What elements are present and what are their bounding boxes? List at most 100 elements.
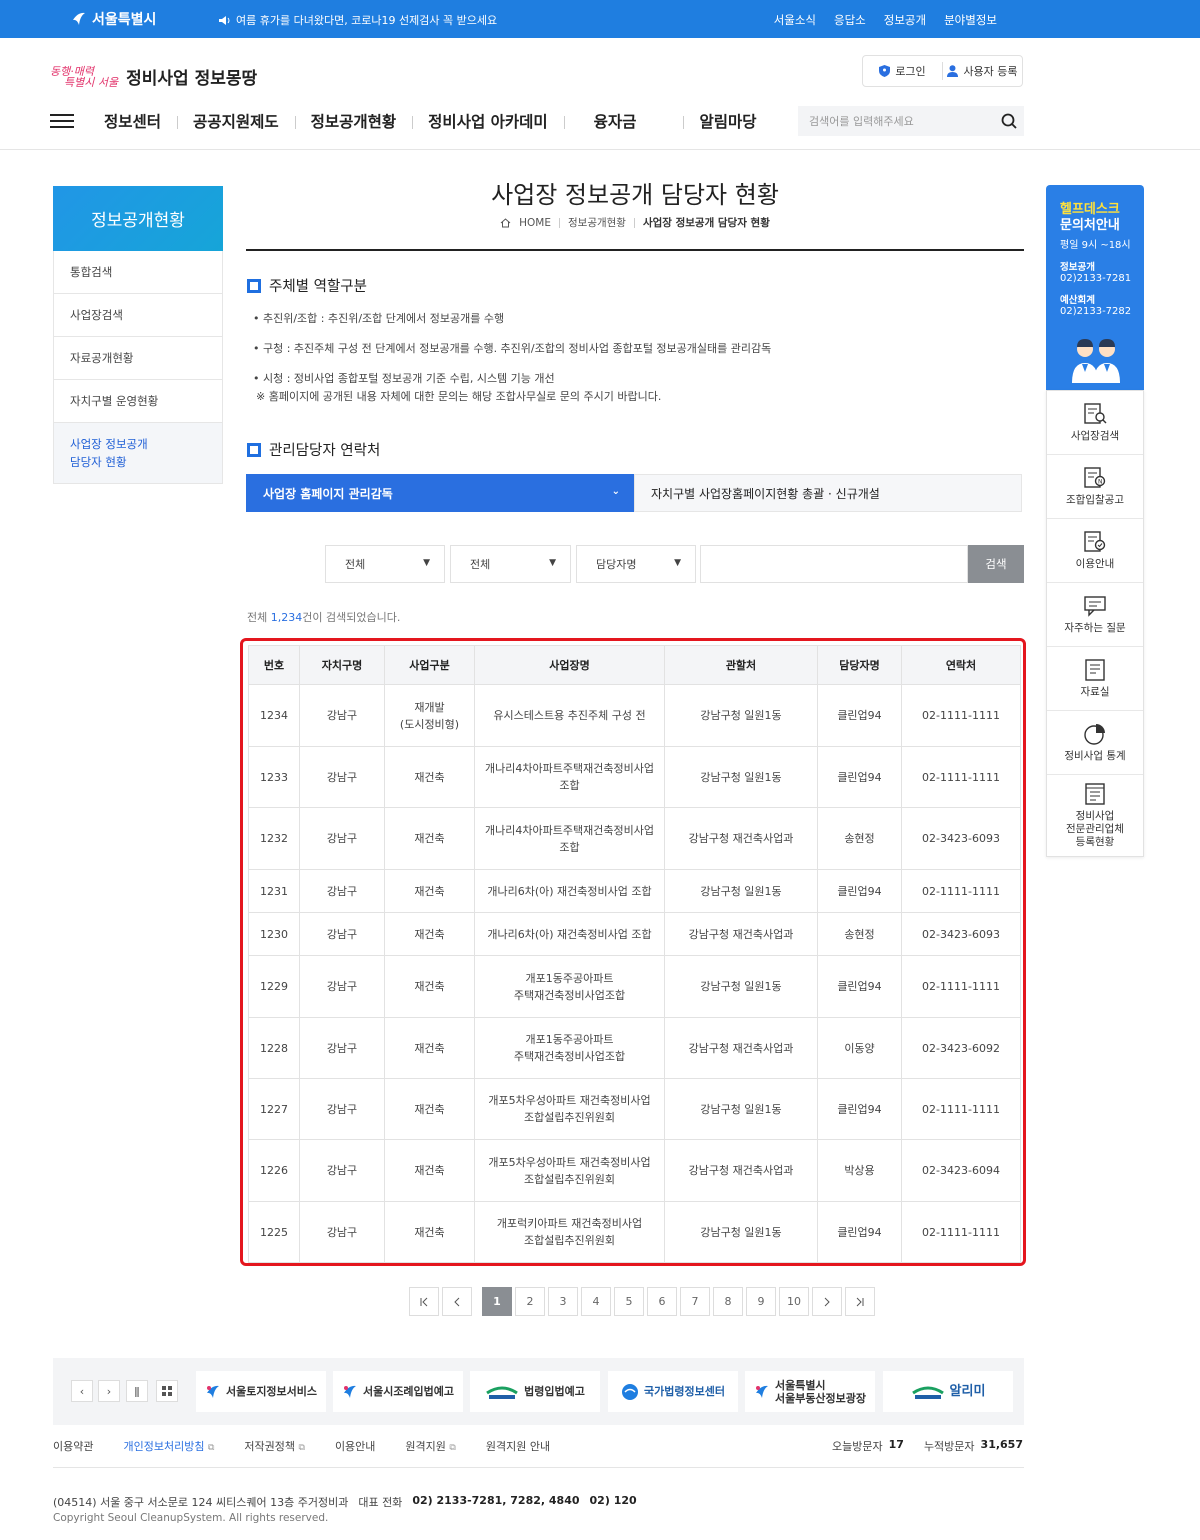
menu-icon[interactable] <box>50 114 74 128</box>
table-row[interactable]: 1232 강남구 재건축 개나리4차아파트주택재건축정비사업 조합 강남구청 재건축사업… <box>248 807 1021 870</box>
cell-site: 개포5차우성아파트 재건축정비사업 조합설립추진위원회 <box>474 1078 665 1140</box>
last-page-icon[interactable] <box>845 1287 875 1316</box>
seoul-logo[interactable]: 서울특별시 <box>70 9 156 29</box>
banner-ordinance[interactable]: 서울시조례입법예고 <box>333 1371 463 1412</box>
cell-district: 강남구 <box>299 746 385 808</box>
total-label: 누적방문자 <box>923 1440 975 1453</box>
cell-site: 개포5차우성아파트 재건축정비사업 조합설립추진위원회 <box>474 1139 665 1202</box>
seoul-symbol-icon <box>755 1385 768 1398</box>
header-search-input[interactable] <box>798 114 994 128</box>
quick-faq[interactable]: 자주하는 질문 <box>1047 583 1143 647</box>
banner-grid-icon[interactable] <box>156 1380 178 1402</box>
tab-homepage-supervision[interactable]: 사업장 홈페이지 관리감독 ⌄ <box>246 474 634 512</box>
banner-label: 서울부동산정보광장 <box>774 1391 867 1405</box>
gnb-loan[interactable]: 융자금 <box>563 110 684 132</box>
page-5-button[interactable]: 5 <box>614 1287 644 1316</box>
footer-guide[interactable]: 이용안내 <box>335 1438 375 1454</box>
top-link-field[interactable]: 분야별정보 <box>944 12 997 28</box>
page-2-button[interactable]: 2 <box>515 1287 545 1316</box>
gnb-notice[interactable]: 알림마당 <box>683 110 772 132</box>
table-row[interactable]: 1234 강남구 재개발 (도시정비형) 유시스테스트용 추진주체 구성 전 강남구청 … <box>248 684 1021 747</box>
quick-statistics[interactable]: 정비사업 통계 <box>1047 711 1143 775</box>
table-row[interactable]: 1230 강남구 재건축 개나리6차(아) 재건축정비사업 조합 강남구청 재건축사업과… <box>248 912 1021 956</box>
footer-remote[interactable]: 원격지원 ⧉ <box>405 1438 455 1454</box>
footer-privacy[interactable]: 개인정보처리방침 ⧉ <box>123 1438 214 1454</box>
breadcrumb-home[interactable]: HOME <box>519 217 551 229</box>
banner-national-law[interactable]: 국가법령정보센터 <box>608 1371 738 1412</box>
top-link-eungdapso[interactable]: 응답소 <box>834 12 866 28</box>
banner-prev-icon[interactable]: ‹ <box>71 1380 93 1402</box>
quick-bid-notice[interactable]: N 조합입찰공고 <box>1047 455 1143 519</box>
gnb-info-center[interactable]: 정보센터 <box>104 110 177 132</box>
page-6-button[interactable]: 6 <box>647 1287 677 1316</box>
banner-real-estate[interactable]: 서울특별시 서울부동산정보광장 <box>745 1371 875 1412</box>
register-button[interactable]: 사용자 등록 <box>943 63 1022 79</box>
cell-contact: 02-3423-6094 <box>901 1139 1021 1202</box>
prev-page-icon[interactable] <box>442 1287 472 1316</box>
quick-agency-status[interactable]: 정비사업 전문관리업체 등록현황 <box>1047 775 1143 856</box>
banner-pause-icon[interactable]: ǁ <box>126 1380 148 1402</box>
quick-site-search[interactable]: 사업장검색 <box>1047 391 1143 455</box>
keyword-input[interactable] <box>700 545 968 583</box>
table-row[interactable]: 1227 강남구 재건축 개포5차우성아파트 재건축정비사업 조합설립추진위원회 강남구… <box>248 1078 1021 1140</box>
table-row[interactable]: 1228 강남구 재건축 개포1동주공아파트 주택재건축정비사업조합 강남구청 재건축사… <box>248 1017 1021 1079</box>
cell-office: 강남구청 재건축사업과 <box>664 807 818 870</box>
brand[interactable]: 동행·매력 특별시 서울 정비사업 정보몽땅 <box>50 64 257 90</box>
table-row[interactable]: 1229 강남구 재건축 개포1동주공아파트 주택재건축정비사업조합 강남구청 일원1동… <box>248 955 1021 1018</box>
lnb-item-site-search[interactable]: 사업장검색 <box>54 294 222 337</box>
next-page-icon[interactable] <box>812 1287 842 1316</box>
cell-manager: 송현정 <box>817 807 902 870</box>
search-button[interactable]: 검색 <box>968 545 1024 583</box>
page-9-button[interactable]: 9 <box>746 1287 776 1316</box>
lnb-item-manager-status[interactable]: 사업장 정보공개 담당자 현황 <box>54 423 222 483</box>
quick-label: 등록현황 <box>1075 836 1115 848</box>
gnb-academy[interactable]: 정비사업 아카데미 <box>412 110 563 132</box>
page-3-button[interactable]: 3 <box>548 1287 578 1316</box>
lnb-item-integrated-search[interactable]: 통합검색 <box>54 251 222 294</box>
table-row[interactable]: 1233 강남구 재건축 개나리4차아파트주택재건축정비사업 조합 강남구청 일원1동 클… <box>248 746 1021 808</box>
banner-next-icon[interactable]: › <box>98 1380 120 1402</box>
banner-label: 알리미 <box>949 1384 986 1399</box>
search-icon[interactable] <box>994 113 1024 129</box>
login-button[interactable]: 로그인 <box>863 63 942 79</box>
breadcrumb-disclosure[interactable]: 정보공개현황 <box>568 215 626 230</box>
field-select-value: 담당자명 <box>596 558 637 571</box>
page-8-button[interactable]: 8 <box>713 1287 743 1316</box>
page-7-button[interactable]: 7 <box>680 1287 710 1316</box>
lnb-item-district-status[interactable]: 자치구별 운영현황 <box>54 380 222 423</box>
notice-ticker[interactable]: 여름 휴가를 다녀왔다면, 코로나19 선제검사 꼭 받으세요 <box>218 12 497 28</box>
field-select[interactable]: 담당자명 ▼ <box>576 545 696 583</box>
table-row[interactable]: 1231 강남구 재건축 개나리6차(아) 재건축정비사업 조합 강남구청 일원1동 클린… <box>248 869 1021 913</box>
svg-text:N: N <box>1098 479 1103 486</box>
banner-legislation[interactable]: 법령입법예고 <box>470 1371 600 1412</box>
gnb-disclosure[interactable]: 정보공개현황 <box>294 110 413 132</box>
type-select[interactable]: 전체 ▼ <box>450 545 571 583</box>
district-select[interactable]: 전체 ▼ <box>325 545 445 583</box>
gnb-public-support[interactable]: 공공지원제도 <box>177 110 295 132</box>
lnb-item-data-status[interactable]: 자료공개현황 <box>54 337 222 380</box>
banner-land-info[interactable]: 서울토지정보서비스 <box>196 1371 326 1412</box>
page-10-button[interactable]: 10 <box>779 1287 809 1316</box>
footer-remote-guide[interactable]: 원격지원 안내 <box>486 1438 550 1454</box>
table-row[interactable]: 1226 강남구 재건축 개포5차우성아파트 재건축정비사업 조합설립추진위원회 강남구… <box>248 1139 1021 1202</box>
role-desc-1: • 추진위/조합 : 추진위/조합 단계에서 정보공개를 수행 <box>253 312 505 325</box>
caret-down-icon: ▼ <box>549 558 556 568</box>
count-prefix: 전체 <box>247 611 271 624</box>
quick-guide[interactable]: 이용안내 <box>1047 519 1143 583</box>
col-office: 관할처 <box>664 645 818 685</box>
top-link-info[interactable]: 정보공개 <box>884 12 926 28</box>
table-row[interactable]: 1225 강남구 재건축 개포럭키아파트 재건축정비사업 조합설립추진위원회 강남구청 … <box>248 1201 1021 1263</box>
quick-library[interactable]: 자료실 <box>1047 647 1143 711</box>
banner-price-alimi[interactable]: 알리미 <box>883 1371 1013 1412</box>
tab-district-overview[interactable]: 자치구별 사업장홈페이지현황 총괄 · 신규개설 <box>634 474 1022 512</box>
page-4-button[interactable]: 4 <box>581 1287 611 1316</box>
footer-copyright-policy[interactable]: 저작권정책 ⧉ <box>244 1438 305 1454</box>
footer-terms[interactable]: 이용약관 <box>53 1438 93 1454</box>
first-page-icon[interactable] <box>409 1287 439 1316</box>
title-divider <box>246 249 1024 251</box>
page-1-button[interactable]: 1 <box>482 1287 512 1316</box>
register-label: 사용자 등록 <box>963 65 1018 78</box>
cell-site: 유시스테스트용 추진주체 구성 전 <box>474 684 665 747</box>
caret-down-icon: ▼ <box>674 558 681 568</box>
top-link-news[interactable]: 서울소식 <box>774 12 816 28</box>
